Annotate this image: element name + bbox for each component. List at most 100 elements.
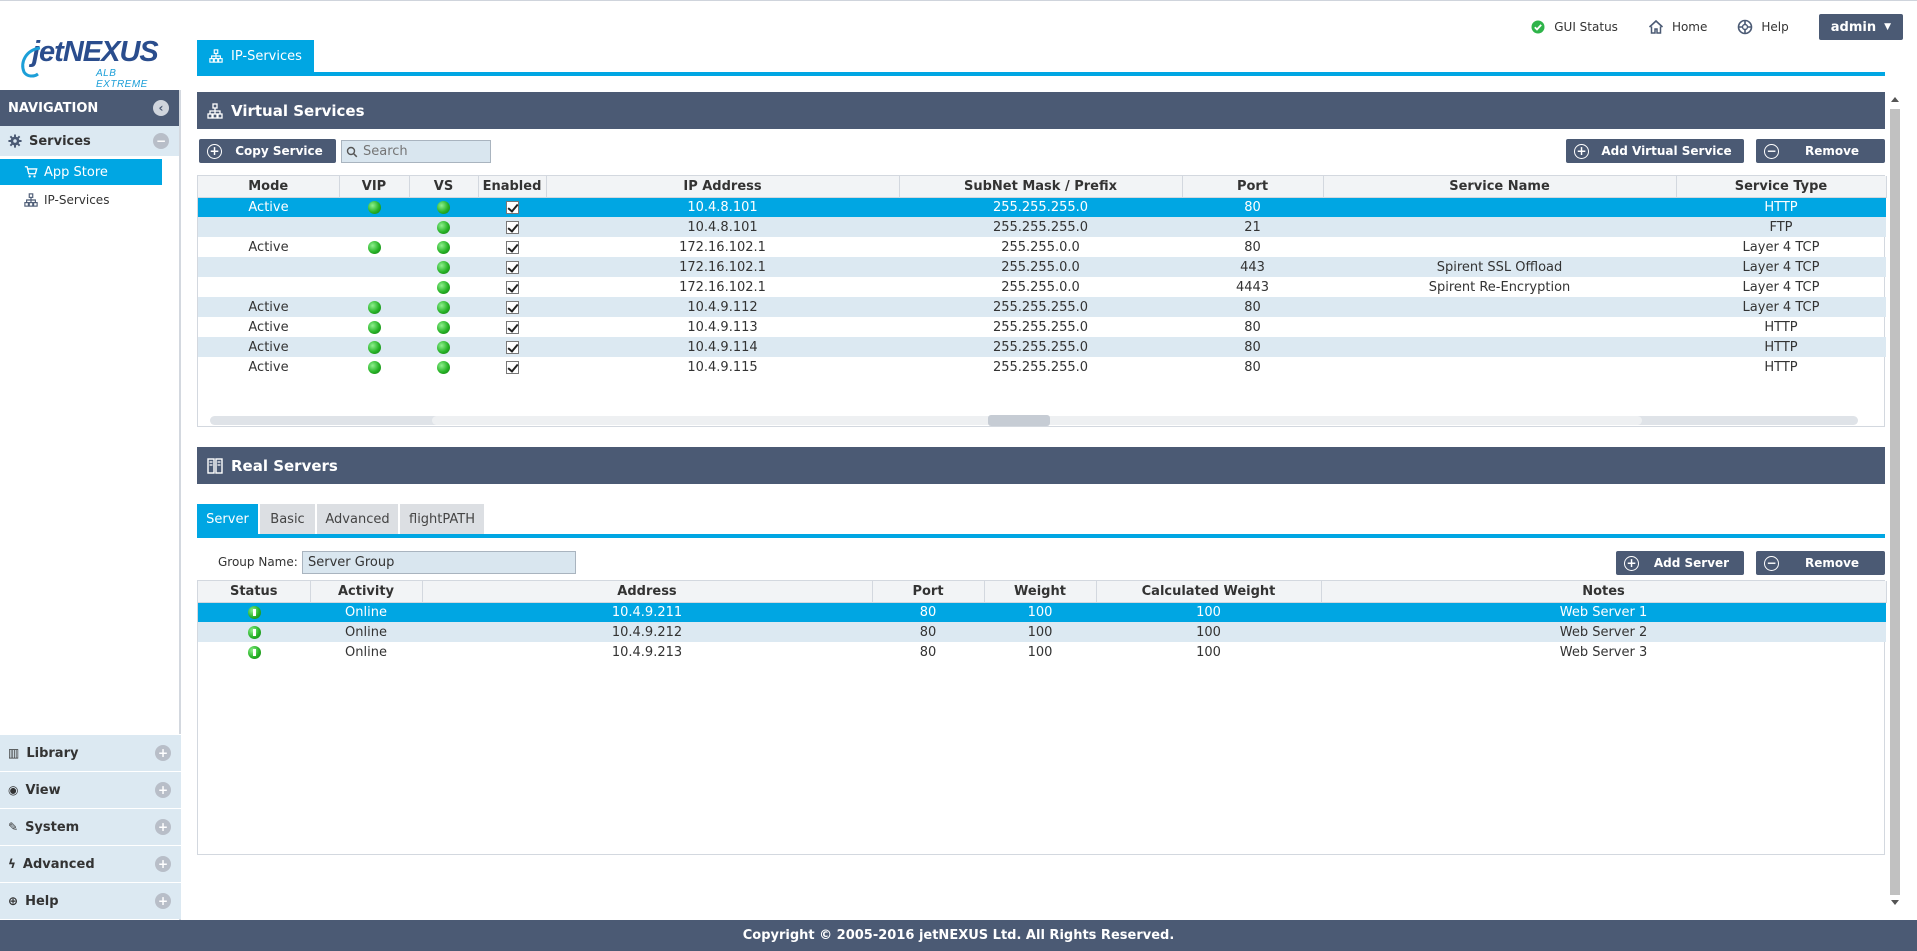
table-row[interactable]: Online 10.4.9.213 80 100 100 Web Server 3 (198, 642, 1886, 662)
table-row[interactable]: Active 10.4.8.101 255.255.255.0 80 HTTP (198, 197, 1886, 217)
subnet-mask-cell: 255.255.255.0 (992, 319, 1089, 335)
group-name-input[interactable] (302, 551, 576, 574)
enabled-checkbox[interactable] (505, 340, 519, 354)
sidebar-section-library[interactable]: ▥ Library + (0, 734, 181, 771)
remove-virtual-service-button[interactable]: − Remove (1756, 139, 1885, 163)
expand-library-icon[interactable]: + (155, 745, 171, 761)
sidebar-item-app-store[interactable]: App Store (0, 159, 162, 185)
network-icon (209, 49, 223, 63)
admin-label: admin (1830, 19, 1877, 35)
tab-advanced[interactable]: Advanced (317, 504, 398, 534)
table-row[interactable]: 172.16.102.1 255.255.0.0 4443 Spirent Re-En… (198, 277, 1886, 297)
help-link[interactable]: Help (1737, 19, 1789, 35)
help-lifebuoy-icon: ⊕ (8, 894, 19, 908)
address-cell: 10.4.9.211 (422, 602, 872, 622)
sidebar-section-system[interactable]: ✎ System + (0, 808, 181, 845)
vip-status-cell (339, 357, 409, 377)
column-header[interactable]: Status (198, 581, 311, 603)
column-header[interactable]: Service Type (1676, 176, 1887, 198)
column-header[interactable]: SubNet Mask / Prefix (899, 176, 1183, 198)
column-header[interactable]: Port (1182, 176, 1324, 198)
gui-status-link[interactable]: GUI Status (1530, 19, 1618, 35)
table-row[interactable]: Online 10.4.9.211 80 100 100 Web Server 1 (198, 602, 1886, 622)
service-type-cell: FTP (1676, 217, 1886, 237)
column-header[interactable]: Activity (310, 581, 423, 603)
status-green-icon (437, 280, 450, 294)
column-header[interactable]: Port (872, 581, 985, 603)
column-header[interactable]: IP Address (546, 176, 900, 198)
column-header[interactable]: Address (422, 581, 873, 603)
mode-cell: Active (198, 337, 339, 357)
port-cell: 443 (1182, 257, 1323, 277)
address-cell: 10.4.9.212 (422, 622, 872, 642)
enabled-checkbox[interactable] (505, 360, 519, 374)
real-servers-header-row: Status Activity Address Port Weight Calc… (198, 581, 1887, 603)
expand-view-icon[interactable]: + (155, 782, 171, 798)
enabled-checkbox[interactable] (505, 200, 519, 214)
help-label: Help (1761, 20, 1789, 34)
search-box[interactable] (341, 140, 491, 163)
horizontal-scrollbar[interactable] (210, 415, 1858, 426)
table-row[interactable]: Online 10.4.9.212 80 100 100 Web Server 2 (198, 622, 1886, 642)
tab-ip-services[interactable]: IP-Services (197, 40, 314, 72)
enabled-checkbox[interactable] (505, 320, 519, 334)
vertical-scrollbar[interactable] (1888, 93, 1902, 905)
collapse-services-icon[interactable]: − (153, 133, 169, 149)
caret-down-icon: ▼ (1884, 22, 1891, 32)
remove-server-button[interactable]: − Remove (1756, 551, 1885, 575)
column-header[interactable]: Enabled (478, 176, 547, 198)
enabled-cell (478, 277, 546, 297)
table-row[interactable]: 10.4.8.101 255.255.255.0 21 FTP (198, 217, 1886, 237)
enabled-checkbox[interactable] (505, 240, 519, 254)
expand-advanced-icon[interactable]: + (155, 856, 171, 872)
expand-help-icon[interactable]: + (155, 893, 171, 909)
table-row[interactable]: Active 10.4.9.112 255.255.255.0 80 Layer 4 T… (198, 297, 1886, 317)
nav-title: NAVIGATION (8, 100, 99, 116)
service-name-cell (1323, 237, 1676, 257)
column-header[interactable]: Calculated Weight (1096, 581, 1322, 603)
admin-menu-button[interactable]: admin ▼ (1818, 14, 1903, 40)
table-row[interactable]: Active 10.4.9.115 255.255.255.0 80 HTTP (198, 357, 1886, 377)
table-row[interactable]: Active 172.16.102.1 255.255.0.0 80 Layer 4 T… (198, 237, 1886, 257)
column-header[interactable]: Service Name (1323, 176, 1677, 198)
scroll-up-icon[interactable] (1891, 97, 1899, 102)
tab-server[interactable]: Server (197, 504, 258, 534)
sidebar-section-help[interactable]: ⊕ Help + (0, 882, 181, 919)
sidebar-section-view[interactable]: ◉ View + (0, 771, 181, 808)
table-row[interactable]: Active 10.4.9.114 255.255.255.0 80 HTTP (198, 337, 1886, 357)
home-label: Home (1671, 20, 1708, 34)
status-green-icon (437, 220, 450, 234)
vs-status-cell (409, 357, 478, 377)
column-header[interactable]: Notes (1321, 581, 1887, 603)
weight-cell: 100 (984, 602, 1096, 622)
sidebar-section-services[interactable]: Services − (0, 126, 179, 159)
scroll-down-icon[interactable] (1891, 900, 1899, 905)
home-link[interactable]: Home (1648, 19, 1707, 35)
column-header[interactable]: Mode (198, 176, 340, 198)
collapse-nav-icon[interactable]: ‹ (153, 100, 169, 116)
enabled-checkbox[interactable] (505, 280, 519, 294)
enabled-checkbox[interactable] (505, 220, 519, 234)
tab-flightpath[interactable]: flightPATH (400, 504, 484, 534)
tab-basic[interactable]: Basic (260, 504, 315, 534)
add-virtual-service-button[interactable]: + Add Virtual Service (1566, 139, 1744, 163)
column-header[interactable]: Weight (984, 581, 1097, 603)
expand-system-icon[interactable]: + (155, 819, 171, 835)
plus-circle-icon: + (207, 143, 222, 159)
column-header[interactable]: VIP (339, 176, 410, 198)
sidebar-item-ip-services[interactable]: IP-Services (0, 185, 179, 215)
column-header[interactable]: VS (409, 176, 479, 198)
enabled-cell (478, 337, 546, 357)
search-input[interactable] (363, 144, 483, 159)
sidebar-section-advanced[interactable]: ϟ Advanced + (0, 845, 181, 882)
scroll-grip[interactable] (988, 415, 1050, 426)
copy-service-button[interactable]: + Copy Service (199, 139, 336, 163)
home-icon (1648, 19, 1663, 34)
service-type-cell: Layer 4 TCP (1742, 239, 1820, 255)
enabled-checkbox[interactable] (505, 300, 519, 314)
add-server-button[interactable]: + Add Server (1616, 551, 1744, 575)
table-row[interactable]: Active 10.4.9.113 255.255.255.0 80 HTTP (198, 317, 1886, 337)
scroll-thumb[interactable] (1890, 109, 1900, 895)
enabled-checkbox[interactable] (505, 260, 519, 274)
table-row[interactable]: 172.16.102.1 255.255.0.0 443 Spirent SSL Of… (198, 257, 1886, 277)
